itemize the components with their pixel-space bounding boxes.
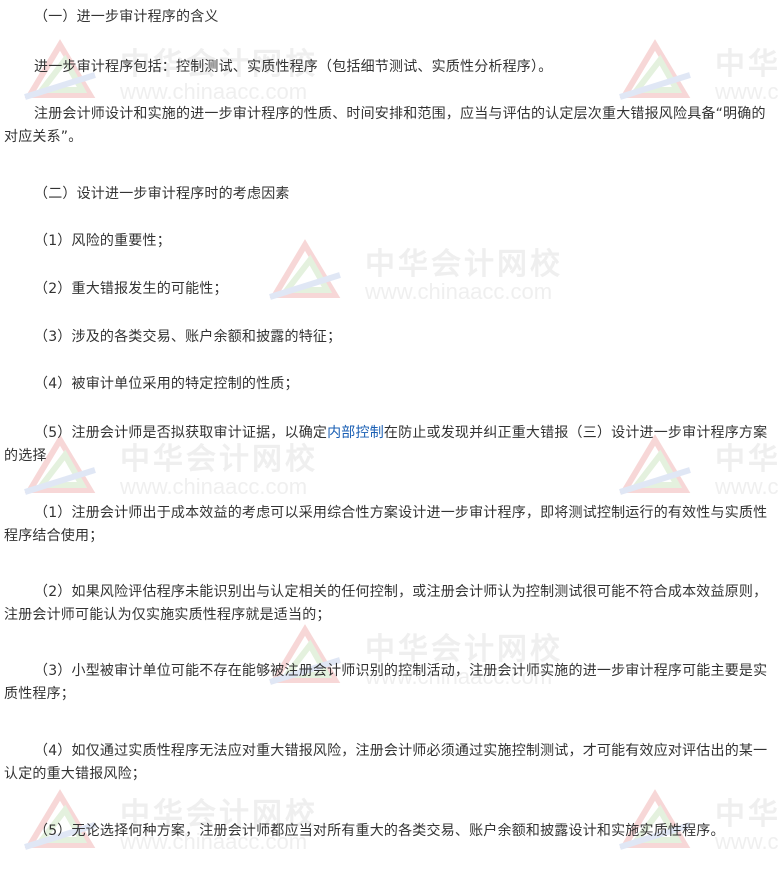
list-item: （4）被审计单位采用的特定控制的性质； — [34, 376, 299, 392]
internal-control-link[interactable]: 内部控制 — [327, 425, 384, 441]
list-item: （5）注册会计师是否拟获取审计证据，以确定内部控制在防止或发现并纠正重大错报（三… — [4, 425, 768, 464]
article-body: （一）进一步审计程序的含义 进一步审计程序包括：控制测试、实质性程序（包括细节测… — [0, 0, 779, 879]
list-item: （3）涉及的各类交易、账户余额和披露的特征； — [34, 329, 342, 345]
list-item: （2）重大错报发生的可能性； — [34, 281, 228, 297]
list-item: （1）注册会计师出于成本效益的考虑可以采用综合性方案设计进一步审计程序，即将测试… — [4, 505, 768, 544]
list-item: （4）如仅通过实质性程序无法应对重大错报风险，注册会计师必须通过实施控制测试，才… — [4, 743, 768, 782]
list-item: （3）小型被审计单位可能不存在能够被注册会计师识别的控制活动，注册会计师实施的进… — [4, 663, 768, 702]
list-item: （5）无论选择何种方案，注册会计师都应当对所有重大的各类交易、账户余额和披露设计… — [34, 823, 725, 839]
section-heading: （一）进一步审计程序的含义 — [34, 9, 219, 25]
paragraph: 注册会计师设计和实施的进一步审计程序的性质、时间安排和范围，应当与评估的认定层次… — [4, 106, 766, 145]
list-item: （2）如果风险评估程序未能识别出与认定相关的任何控制，或注册会计师认为控制测试很… — [4, 584, 768, 623]
list-item: （1）风险的重要性； — [34, 233, 171, 249]
paragraph: 进一步审计程序包括：控制测试、实质性程序（包括细节测试、实质性分析程序）。 — [34, 59, 553, 75]
section-heading: （二）设计进一步审计程序时的考虑因素 — [34, 186, 290, 202]
